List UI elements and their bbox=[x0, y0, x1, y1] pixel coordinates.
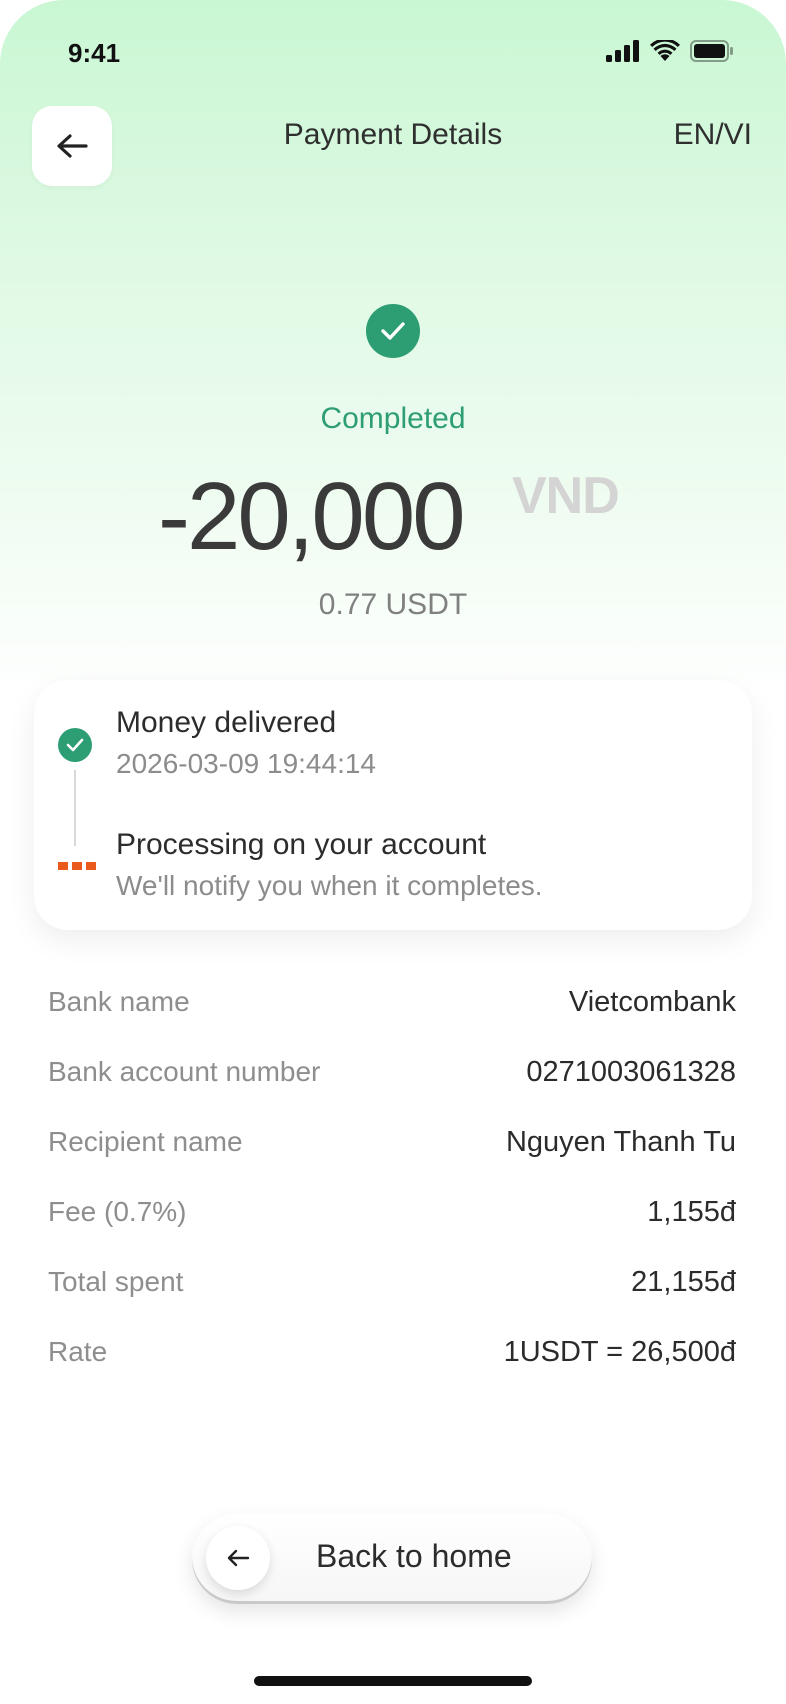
page-title: Payment Details bbox=[283, 118, 503, 151]
detail-label: Rate bbox=[48, 1336, 108, 1367]
payment-amount: -20,000 bbox=[158, 463, 466, 570]
detail-value: 1USDT = 26,500đ bbox=[503, 1336, 736, 1368]
detail-value: Vietcombank bbox=[568, 986, 736, 1018]
back-to-home-label: Back to home bbox=[316, 1538, 512, 1574]
timeline-step-subtitle: We'll notify you when it completes. bbox=[116, 870, 543, 901]
processing-dots-icon bbox=[58, 862, 96, 870]
detail-row-account-number: Bank account number 0271003061328 bbox=[48, 1056, 736, 1089]
usdt-amount: 0.77 USDT bbox=[318, 588, 468, 621]
detail-value: 0271003061328 bbox=[526, 1056, 736, 1088]
detail-row-total: Total spent 21,155đ bbox=[48, 1266, 736, 1299]
timeline-card: Money delivered 2026-03-09 19:44:14 Proc… bbox=[34, 680, 752, 930]
battery-icon bbox=[690, 40, 733, 62]
home-indicator[interactable] bbox=[254, 1676, 532, 1686]
status-label: Completed bbox=[320, 402, 466, 435]
timeline-step-title: Processing on your account bbox=[116, 828, 487, 861]
timeline-step-title: Money delivered bbox=[116, 706, 337, 739]
detail-label: Fee (0.7%) bbox=[48, 1196, 187, 1227]
arrow-left-icon bbox=[206, 1526, 270, 1590]
payment-details-screen: 9:41 Payment Details EN/VI Completed -20… bbox=[0, 0, 786, 1704]
detail-label: Bank name bbox=[48, 986, 190, 1017]
detail-label: Recipient name bbox=[48, 1126, 243, 1157]
back-to-home-button[interactable]: Back to home bbox=[192, 1514, 592, 1604]
wifi-icon bbox=[650, 40, 680, 61]
payment-currency: VND bbox=[512, 467, 620, 525]
language-toggle[interactable]: EN/VI bbox=[674, 118, 752, 152]
detail-row-rate: Rate 1USDT = 26,500đ bbox=[48, 1336, 736, 1369]
check-circle-icon bbox=[58, 728, 92, 762]
timeline-connector bbox=[74, 770, 76, 846]
status-time: 9:41 bbox=[68, 38, 121, 68]
detail-value: Nguyen Thanh Tu bbox=[505, 1126, 736, 1158]
detail-value: 1,155đ bbox=[647, 1196, 736, 1228]
status-check-icon bbox=[366, 304, 420, 358]
detail-label: Total spent bbox=[48, 1266, 184, 1297]
detail-label: Bank account number bbox=[48, 1056, 321, 1087]
signal-icon bbox=[606, 40, 639, 62]
detail-row-bank-name: Bank name Vietcombank bbox=[48, 986, 736, 1019]
status-icons bbox=[606, 40, 734, 62]
detail-value: 21,155đ bbox=[631, 1266, 736, 1298]
detail-row-fee: Fee (0.7%) 1,155đ bbox=[48, 1196, 736, 1229]
timeline-step-subtitle: 2026-03-09 19:44:14 bbox=[116, 748, 376, 779]
detail-row-recipient: Recipient name Nguyen Thanh Tu bbox=[48, 1126, 736, 1159]
